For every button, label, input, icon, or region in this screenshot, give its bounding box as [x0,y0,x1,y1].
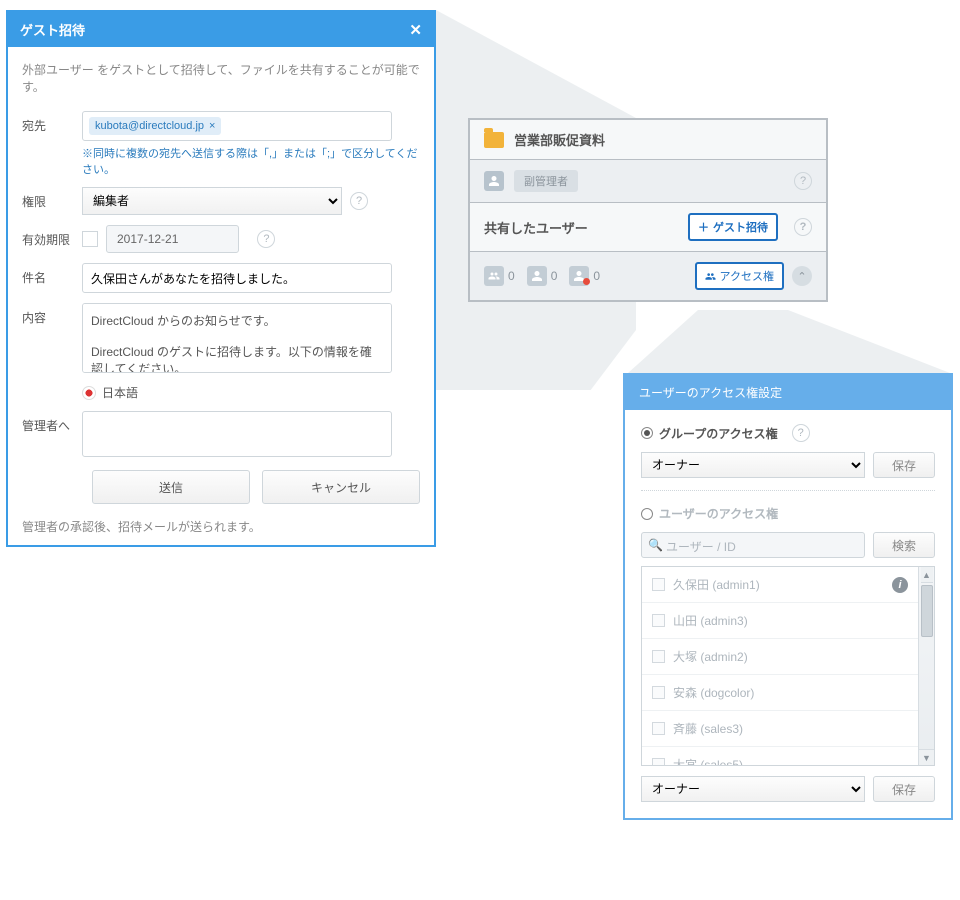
label-to: 宛先 [22,111,82,134]
perm-title: ユーザーのアクセス権設定 [625,375,951,410]
checkbox[interactable] [652,722,665,735]
user-icon [484,171,504,191]
scrollbar[interactable]: ▲ ▼ [918,567,934,765]
guest-invite-dialog: ゲスト招待 ✕ 外部ユーザー をゲストとして招待して、ファイルを共有することが可… [6,10,436,547]
close-icon[interactable]: ✕ [409,21,422,39]
expiry-checkbox[interactable] [82,231,98,247]
folder-panel: 営業部販促資料 副管理者 ? 共有したユーザー ＋ ゲスト招待 ? 0 [468,118,828,302]
shared-users-label: 共有したユーザー [484,218,588,237]
divider [641,490,935,491]
checkbox[interactable] [652,578,665,591]
search-placeholder: ユーザー / ID [666,538,736,555]
radio-selected-icon[interactable] [641,427,653,439]
checkbox[interactable] [652,614,665,627]
help-icon[interactable]: ? [792,424,810,442]
language-row[interactable]: 日本語 [82,384,420,401]
radio-unselected-icon[interactable] [641,508,653,520]
user-icon [527,266,547,286]
cancel-button[interactable]: キャンセル [262,470,420,504]
search-icon: 🔍 [648,538,663,552]
folder-icon [484,132,504,148]
chip-remove-icon[interactable]: × [209,120,215,132]
chevron-up-icon[interactable]: ⌃ [792,266,812,286]
body-textarea[interactable] [82,303,392,373]
user-row[interactable]: 久保田 (admin1) i [642,567,918,602]
subject-input[interactable] [82,263,392,293]
info-icon[interactable]: i [892,577,908,593]
group-permission-label: グループのアクセス権 [659,425,778,442]
user-role-select[interactable]: オーナー [641,776,865,802]
group-icon [484,266,504,286]
user-row[interactable]: 安森 (dogcolor) [642,674,918,710]
language-label: 日本語 [102,384,138,401]
recipient-chip: kubota@directcloud.jp × [89,117,221,135]
checkbox[interactable] [652,758,665,765]
help-icon[interactable]: ? [794,172,812,190]
chip-text: kubota@directcloud.jp [95,120,204,132]
flag-jp-icon [82,386,96,400]
stats-row: 0 0 0 アクセス権 ⌃ [470,251,826,300]
alert-dot-icon [583,278,590,285]
send-button[interactable]: 送信 [92,470,250,504]
folder-title-row: 営業部販促資料 [470,120,826,159]
user-count: 0 [527,266,558,286]
user-search-input[interactable]: 🔍 ユーザー / ID [641,532,865,558]
help-icon[interactable]: ? [350,192,368,210]
dialog-header: ゲスト招待 ✕ [8,12,434,47]
checkbox[interactable] [652,650,665,663]
guest-count: 0 [569,266,600,286]
user-row[interactable]: 山田 (admin3) [642,602,918,638]
dialog-intro: 外部ユーザー をゲストとして招待して、ファイルを共有することが可能です。 [22,61,420,95]
help-icon[interactable]: ? [794,218,812,236]
save-group-button[interactable]: 保存 [873,452,935,478]
recipient-field[interactable]: kubota@directcloud.jp × [82,111,392,141]
access-permission-button[interactable]: アクセス権 [695,262,784,290]
plus-icon: ＋ [698,219,709,235]
label-body: 内容 [22,303,82,326]
group-count: 0 [484,266,515,286]
access-permission-panel: ユーザーのアクセス権設定 グループのアクセス権 ? オーナー 保存 ユーザーのア… [623,373,953,820]
checkbox[interactable] [652,686,665,699]
user-permission-radio-row[interactable]: ユーザーのアクセス権 [641,505,935,522]
subadmin-row: 副管理者 ? [470,159,826,202]
permission-select[interactable]: 編集者 [82,187,342,215]
admin-note-textarea[interactable] [82,411,392,457]
folder-name: 営業部販促資料 [514,130,605,149]
user-row[interactable]: 大宮 (sales5) [642,746,918,765]
subadmin-badge: 副管理者 [514,170,578,192]
group-permission-radio-row[interactable]: グループのアクセス権 ? [641,424,935,442]
users-icon [705,271,716,282]
scroll-up-icon[interactable]: ▲ [921,567,933,583]
shared-users-row: 共有したユーザー ＋ ゲスト招待 ? [470,202,826,251]
user-permission-label: ユーザーのアクセス権 [659,505,778,522]
label-subject: 件名 [22,263,82,286]
help-icon[interactable]: ? [257,230,275,248]
expiry-date[interactable]: 2017-12-21 [106,225,239,253]
dialog-title: ゲスト招待 [20,20,85,39]
label-expiry: 有効期限 [22,225,82,248]
user-row[interactable]: 斉藤 (sales3) [642,710,918,746]
group-role-select[interactable]: オーナー [641,452,865,478]
scroll-thumb[interactable] [921,585,933,637]
callout-wedge-2 [628,310,958,380]
recipient-hint: ※同時に複数の宛先へ送信する際は「,」または「;」で区分してください。 [82,145,420,177]
save-user-button[interactable]: 保存 [873,776,935,802]
search-button[interactable]: 検索 [873,532,935,558]
scroll-down-icon[interactable]: ▼ [919,749,934,765]
label-perm: 権限 [22,187,82,210]
user-row[interactable]: 大塚 (admin2) [642,638,918,674]
dialog-footnote: 管理者の承認後、招待メールが送られます。 [22,518,420,535]
user-list: 久保田 (admin1) i 山田 (admin3) 大塚 (admin2) 安… [641,566,935,766]
invite-guest-button[interactable]: ＋ ゲスト招待 [688,213,778,241]
label-toadmin: 管理者へ [22,411,82,434]
